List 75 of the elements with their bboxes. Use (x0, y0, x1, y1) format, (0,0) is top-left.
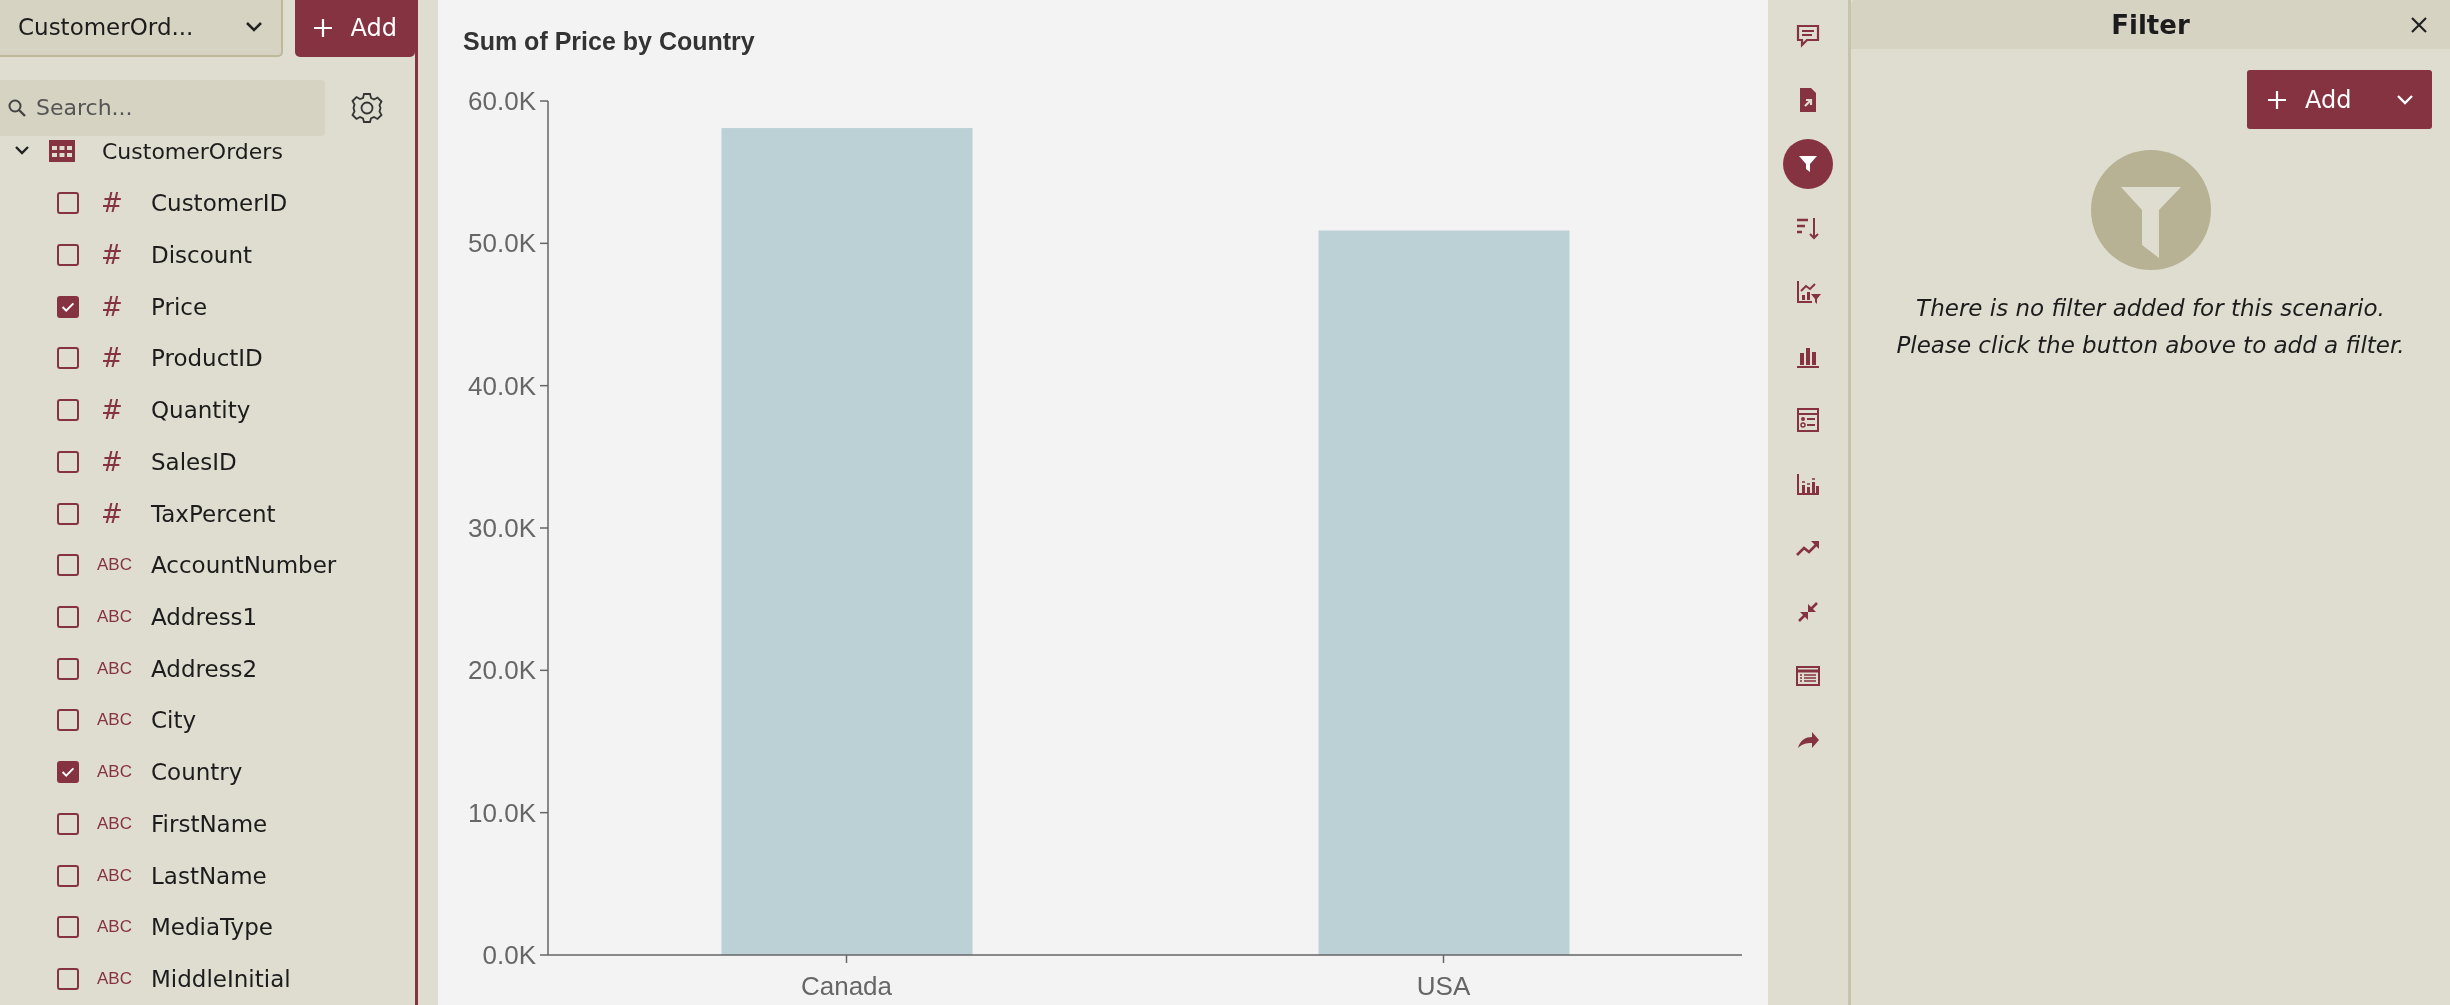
field-name[interactable]: FirstName (151, 810, 268, 837)
y-tick-label: 0.0K (482, 940, 536, 970)
checkbox[interactable] (57, 916, 79, 939)
field-name[interactable]: TaxPercent (151, 500, 276, 527)
field-type-label: ABC (97, 969, 133, 990)
field-name[interactable]: Address2 (151, 655, 258, 682)
field-type-label: # (101, 498, 124, 529)
panel-title: Filter (2111, 9, 2190, 40)
field-name[interactable]: ProductID (151, 345, 263, 372)
chevron-down-icon (2396, 93, 2414, 106)
field-type-label: ABC (97, 762, 133, 783)
field-name[interactable]: Address1 (151, 604, 258, 630)
field-type-label: ABC (97, 658, 133, 679)
field-name[interactable]: MediaType (151, 914, 273, 941)
y-tick-label: 50.0K (468, 228, 536, 259)
table-name[interactable]: CustomerOrders (102, 138, 283, 164)
field-name[interactable]: CustomerID (151, 190, 288, 217)
checkbox[interactable] (57, 657, 79, 680)
checkbox[interactable] (57, 243, 79, 266)
field-name[interactable]: AccountNumber (151, 552, 337, 579)
field-type-label: ABC (97, 555, 133, 576)
y-tick-label: 40.0K (468, 370, 536, 401)
field-type-label: # (101, 446, 124, 477)
filter-icon[interactable] (1783, 139, 1833, 189)
checkbox[interactable] (57, 968, 79, 991)
y-tick-label: 10.0K (468, 797, 536, 828)
checkbox[interactable] (57, 347, 79, 370)
checkbox[interactable] (57, 295, 79, 318)
add-filter-button[interactable]: Add (2247, 70, 2432, 129)
checkbox[interactable] (57, 812, 79, 835)
field-type-label: ABC (97, 917, 133, 938)
field-type-label: ABC (97, 607, 133, 627)
checkbox[interactable] (57, 399, 79, 422)
data-source-dropdown[interactable]: CustomerOrd... (0, 0, 283, 57)
close-icon[interactable] (2410, 16, 2428, 34)
field-type-label: ABC (97, 813, 133, 834)
field-type-label: # (101, 188, 124, 219)
x-tick-label: USA (1416, 971, 1471, 1001)
y-tick-label: 60.0K (468, 86, 536, 116)
checkbox[interactable] (57, 554, 79, 577)
checkbox[interactable] (57, 450, 79, 473)
checkbox[interactable] (57, 192, 79, 215)
x-tick-label: Canada (800, 971, 893, 1001)
empty-message: There is no filter added for this scenario. (1916, 294, 2385, 323)
y-tick-label: 20.0K (468, 655, 536, 686)
checkbox[interactable] (57, 606, 79, 628)
settings-icon[interactable] (350, 90, 384, 125)
chart-title: Sum of Price by Country (463, 27, 755, 55)
add-button[interactable]: Add (294, 0, 415, 57)
field-name[interactable]: SalesID (151, 448, 237, 475)
empty-message: Please click the button above to add a filter. (1896, 331, 2405, 360)
checkbox[interactable] (57, 761, 79, 784)
chevron-down-icon (244, 21, 263, 34)
field-type-label: # (101, 343, 124, 374)
field-type-label: ABC (97, 865, 133, 886)
checkbox[interactable] (57, 864, 79, 887)
search-field[interactable]: Search... (0, 79, 325, 136)
field-type-label: # (101, 291, 124, 322)
field-name[interactable]: MiddleInitial (151, 966, 291, 993)
field-type-label: ABC (97, 710, 133, 731)
field-name[interactable]: Price (151, 293, 208, 320)
checkbox[interactable] (57, 709, 79, 732)
y-tick-label: 30.0K (468, 513, 536, 543)
field-type-label: # (101, 239, 124, 270)
filter-icon (2090, 150, 2211, 270)
field-name[interactable]: Quantity (151, 397, 251, 424)
field-name[interactable]: Discount (151, 241, 252, 268)
field-name[interactable]: City (151, 707, 197, 734)
table-icon (48, 139, 76, 164)
field-type-label: # (101, 395, 124, 426)
field-name[interactable]: LastName (151, 862, 267, 889)
checkbox[interactable] (57, 502, 79, 525)
field-name[interactable]: Country (151, 759, 243, 786)
plus-icon (312, 18, 333, 39)
plus-icon (2267, 89, 2287, 110)
